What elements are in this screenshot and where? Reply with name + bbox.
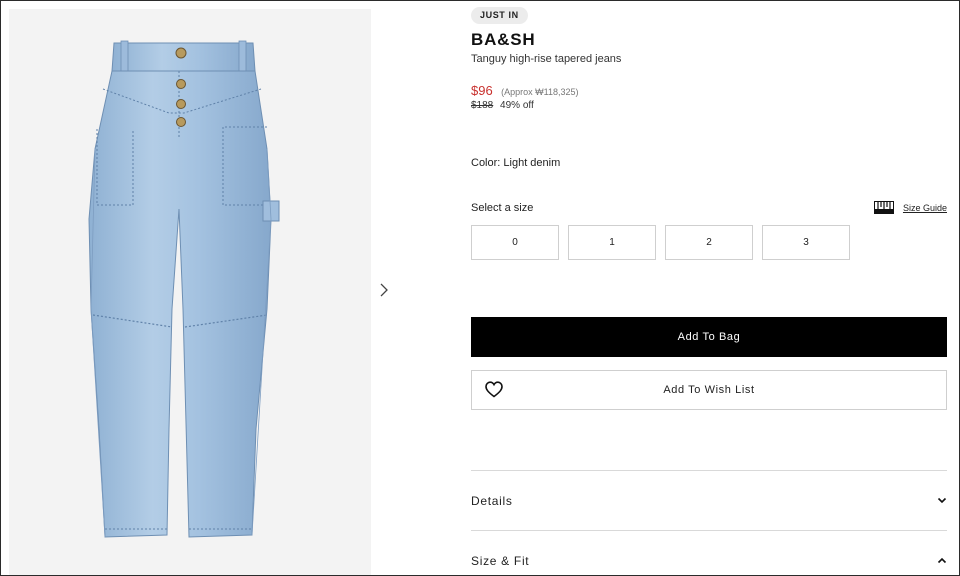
size-fit-label: Size & Fit [471,553,530,568]
price-row: $96 (Approx ₩118,325) [471,82,579,100]
page-frame: JUST IN BA&SH Tanguy high-rise tapered j… [0,0,960,576]
approx-price: (Approx ₩118,325) [501,87,579,97]
product-image-gallery[interactable] [9,9,371,575]
add-to-bag-button[interactable]: Add To Bag [471,317,947,357]
discount-label: 49% off [500,100,534,111]
size-guide-link[interactable]: Size Guide [873,201,947,214]
chevron-down-icon [937,497,947,504]
sale-price: $96 [471,83,493,98]
just-in-badge: JUST IN [471,7,528,24]
select-size-label: Select a size [471,202,534,214]
size-fit-accordion[interactable]: Size & Fit [471,530,947,575]
heart-icon [485,381,503,398]
next-image-button[interactable] [373,279,395,301]
original-price-row: $188 49% off [471,100,534,111]
size-option-0[interactable]: 0 [471,225,559,260]
color-label: Color: Light denim [471,157,561,169]
product-name: Tanguy high-rise tapered jeans [471,53,622,65]
product-image [88,40,280,538]
size-option-3[interactable]: 3 [762,225,850,260]
brand-name[interactable]: BA&SH [471,30,535,50]
chevron-right-icon [380,283,388,297]
chevron-up-icon [937,557,947,564]
size-option-2[interactable]: 2 [665,225,753,260]
original-price: $188 [471,100,494,111]
details-accordion[interactable]: Details [471,470,947,530]
add-to-wishlist-label: Add To Wish List [663,384,755,396]
details-label: Details [471,493,513,508]
size-option-1[interactable]: 1 [568,225,656,260]
add-to-wishlist-button[interactable]: Add To Wish List [471,370,947,410]
size-guide-label: Size Guide [902,202,947,213]
ruler-icon [873,201,894,214]
size-options: 0 1 2 3 [471,225,850,260]
